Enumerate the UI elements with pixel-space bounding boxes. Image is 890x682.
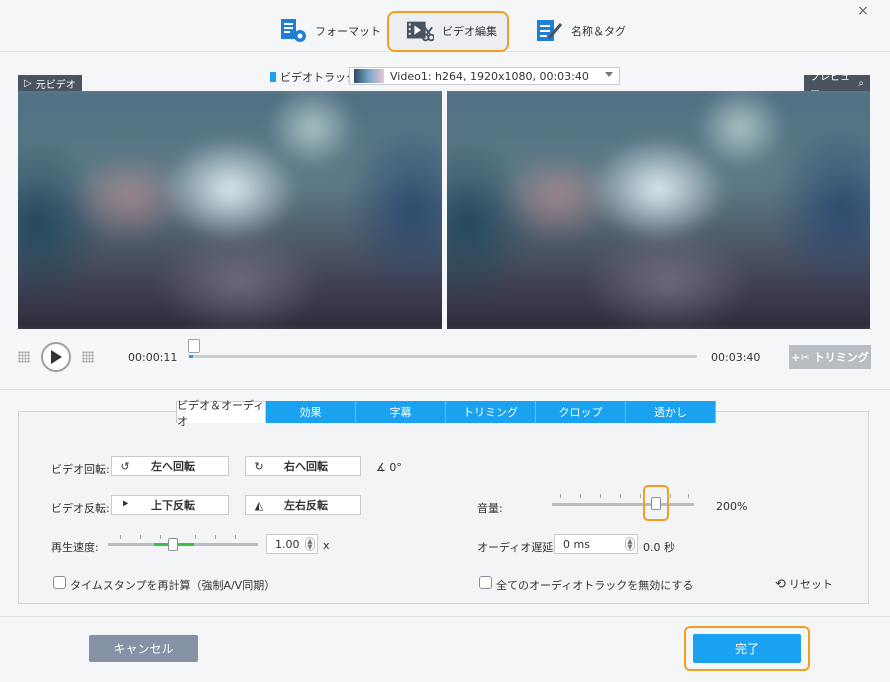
rotate-right-label: 右へ回転 (284, 460, 328, 473)
disable-audio-label: 全てのオーディオトラックを無効にする (496, 579, 694, 592)
rotate-right-icon: ↻ (254, 459, 264, 473)
tab-name-tag-label: 名称＆タグ (571, 25, 626, 38)
preview-tag: プレビュー ⌕ (804, 72, 870, 98)
format-settings-icon (279, 17, 307, 45)
video-track-select[interactable]: Video1: h264, 1920x1080, 00:03:40 (349, 67, 620, 85)
chevron-down-icon (605, 72, 613, 77)
rotation-angle: ∡ 0° (376, 461, 402, 474)
speed-value: 1.00 (275, 537, 300, 551)
seek-bar[interactable] (189, 355, 697, 358)
seek-progress (189, 355, 193, 358)
rotation-angle-value: 0° (389, 461, 402, 474)
flip-horizontal-icon: ◭ (254, 498, 264, 512)
trim-button[interactable]: +✂ トリミング (789, 345, 871, 369)
volume-tick (560, 494, 561, 498)
play-icon (51, 350, 62, 364)
angle-icon: ∡ (376, 461, 390, 474)
magnifier-icon: ⌕ (858, 77, 864, 89)
edit-tabs: ビデオ＆オーディオ 効果 字幕 トリミング クロップ 透かし (176, 399, 716, 428)
original-video-view (18, 91, 442, 329)
volume-highlight (643, 485, 669, 521)
original-video-label: 元ビデオ (35, 79, 76, 91)
audio-delay-value: 0 ms (563, 537, 590, 551)
speed-tick (140, 535, 141, 539)
volume-label: 音量: (477, 502, 503, 515)
original-video-tag: ▷ 元ビデオ (18, 75, 82, 91)
volume-tick (640, 494, 641, 498)
tab-video-audio[interactable]: ビデオ＆オーディオ (176, 399, 266, 428)
name-tag-icon (535, 17, 563, 45)
flip-vertical-icon: ⯈ (120, 498, 130, 511)
close-icon[interactable]: × (854, 2, 872, 20)
speed-input[interactable]: 1.00 ▲ ▼ (266, 534, 318, 554)
current-time: 00:00:11 (128, 351, 178, 364)
audio-delay-seconds: 0.0 秒 (643, 541, 675, 554)
footer-divider (0, 616, 890, 617)
flip-horizontal-button[interactable]: ◭ 左右反転 (245, 495, 361, 515)
video-edit-icon (406, 17, 434, 45)
rotate-right-button[interactable]: ↻ 右へ回転 (245, 456, 361, 476)
tab-crop[interactable]: クロップ (536, 401, 626, 423)
tab-subtitles[interactable]: 字幕 (356, 401, 446, 423)
play-triangle-icon: ▷ (24, 77, 32, 89)
total-time: 00:03:40 (711, 351, 761, 364)
flip-label: ビデオ反転: (51, 502, 110, 515)
scissors-icon: +✂ (791, 350, 810, 364)
cancel-button[interactable]: キャンセル (89, 635, 198, 662)
speed-tick (195, 535, 196, 539)
done-button[interactable]: 完了 (693, 634, 801, 663)
speed-slider-handle[interactable] (168, 538, 178, 551)
reset-icon: ⟲ (775, 576, 786, 592)
speed-tick (235, 535, 236, 539)
tab-name-tag[interactable]: 名称＆タグ (535, 11, 626, 51)
tab-video-edit[interactable]: ビデオ編集 (406, 11, 497, 51)
grip-right-icon (82, 351, 94, 363)
flip-horizontal-label: 左右反転 (284, 499, 328, 512)
reset-label: リセット (788, 578, 833, 591)
play-button[interactable] (41, 342, 71, 372)
section-divider (0, 389, 890, 390)
timestamp-label: タイムスタンプを再計算（強制A/V同期） (70, 579, 276, 592)
volume-slider-track[interactable] (552, 503, 694, 506)
volume-tick (580, 494, 581, 498)
reset-button[interactable]: ⟲ リセット (775, 576, 833, 592)
seek-handle[interactable] (188, 339, 200, 353)
spinner-arrows-icon[interactable]: ▲ ▼ (305, 537, 315, 551)
audio-delay-label: オーディオ遅延: (477, 541, 557, 554)
video-track-value: Video1: h264, 1920x1080, 00:03:40 (390, 69, 589, 83)
volume-tick (600, 494, 601, 498)
spinner-arrows-icon[interactable]: ▲ ▼ (625, 537, 635, 551)
rotate-left-label: 左へ回転 (151, 460, 195, 473)
flip-vertical-label: 上下反転 (151, 499, 195, 512)
speed-unit: x (323, 539, 330, 552)
volume-tick (670, 494, 671, 498)
flip-vertical-button[interactable]: ⯈ 上下反転 (111, 495, 229, 515)
timestamp-checkbox[interactable] (53, 576, 66, 589)
video-track-icon (270, 72, 276, 82)
disable-audio-checkbox[interactable] (479, 576, 492, 589)
preview-video-view (447, 91, 870, 329)
rotate-label: ビデオ回転: (51, 463, 110, 476)
rotate-left-button[interactable]: ↺ 左へ回転 (111, 456, 229, 476)
speed-label: 再生速度: (51, 541, 99, 554)
tab-format[interactable]: フォーマット (279, 11, 381, 51)
audio-delay-input[interactable]: 0 ms ▲ ▼ (554, 534, 638, 554)
speed-tick (215, 535, 216, 539)
tab-effects[interactable]: 効果 (266, 401, 356, 423)
speed-tick (160, 535, 161, 539)
video-track-label: ビデオトラック: (270, 69, 361, 85)
tab-watermark[interactable]: 透かし (626, 401, 716, 423)
tab-video-edit-label: ビデオ編集 (442, 25, 497, 38)
speed-tick (120, 535, 121, 539)
volume-value: 200% (716, 500, 748, 513)
video-thumbnail (354, 69, 384, 83)
grip-left-icon (18, 351, 30, 363)
rotate-left-icon: ↺ (120, 459, 130, 473)
volume-tick (688, 494, 689, 498)
tab-format-label: フォーマット (315, 25, 381, 38)
volume-tick (620, 494, 621, 498)
tab-trimming[interactable]: トリミング (446, 401, 536, 423)
trim-button-label: トリミング (813, 351, 869, 364)
